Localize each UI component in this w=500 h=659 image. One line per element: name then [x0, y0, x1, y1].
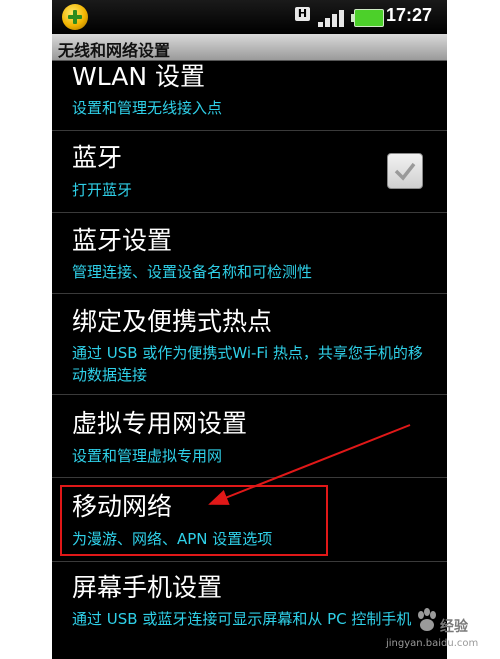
- annotation-arrow-icon: [208, 424, 411, 505]
- watermark-url: jingyan.baidu.com: [386, 638, 479, 649]
- watermark: 经验 jingyan.baidu.com: [380, 608, 498, 656]
- baidu-paw-icon: [418, 608, 436, 631]
- watermark-label: 经验: [440, 619, 468, 635]
